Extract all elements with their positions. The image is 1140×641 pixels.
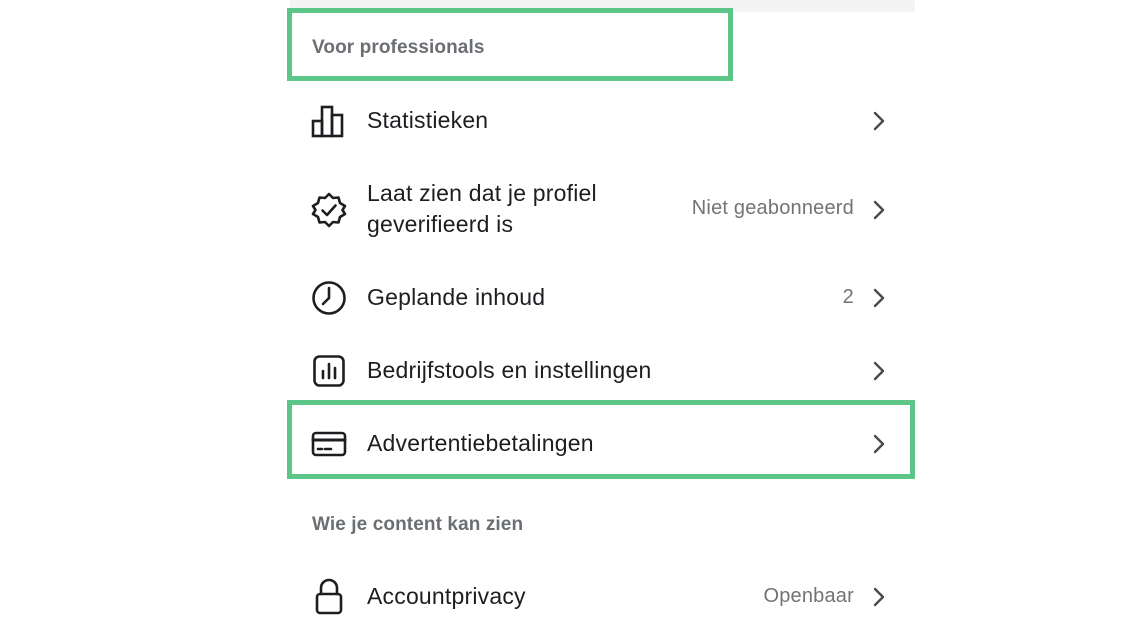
privacy-status: Openbaar (763, 585, 854, 607)
section-header-professionals: Voor professionals (312, 37, 485, 58)
menu-item-label: Geplande inhoud (367, 284, 546, 310)
chevron-right-icon (870, 585, 888, 609)
section-header-visibility: Wie je content kan zien (312, 514, 524, 535)
menu-item-verified-profile[interactable]: Laat zien dat je profiel geverifieerd is… (300, 178, 900, 242)
business-tools-icon (310, 352, 348, 390)
menu-item-label: Statistieken (367, 107, 489, 133)
menu-item-label-line1: Laat zien dat je profiel (367, 180, 597, 206)
top-divider (290, 0, 915, 12)
chevron-right-icon (870, 198, 888, 222)
subscription-status: Niet geabonneerd (691, 197, 854, 219)
chevron-right-icon (870, 432, 888, 456)
menu-item-advertentiebetalingen[interactable]: Advertentiebetalingen (300, 423, 900, 465)
lock-icon (310, 578, 348, 616)
settings-screen: Voor professionals Statistieken Laat zie… (0, 0, 1140, 641)
menu-item-accountprivacy[interactable]: Accountprivacy Openbaar (300, 576, 900, 618)
menu-item-label: Bedrijfstools en instellingen (367, 357, 652, 383)
clock-icon (310, 279, 348, 317)
chevron-right-icon (870, 109, 888, 133)
scheduled-count: 2 (842, 286, 854, 308)
menu-item-geplande-inhoud[interactable]: Geplande inhoud 2 (300, 277, 900, 319)
bar-chart-icon (310, 102, 348, 140)
credit-card-icon (310, 425, 348, 463)
chevron-right-icon (870, 359, 888, 383)
verified-badge-icon (310, 191, 348, 229)
menu-item-label: Advertentiebetalingen (367, 430, 594, 456)
chevron-right-icon (870, 286, 888, 310)
settings-panel (290, 0, 915, 641)
menu-item-statistieken[interactable]: Statistieken (300, 100, 900, 142)
menu-item-label: Accountprivacy (367, 583, 526, 609)
menu-item-bedrijfstools[interactable]: Bedrijfstools en instellingen (300, 350, 900, 392)
menu-item-label-line2: geverifieerd is (367, 211, 514, 237)
